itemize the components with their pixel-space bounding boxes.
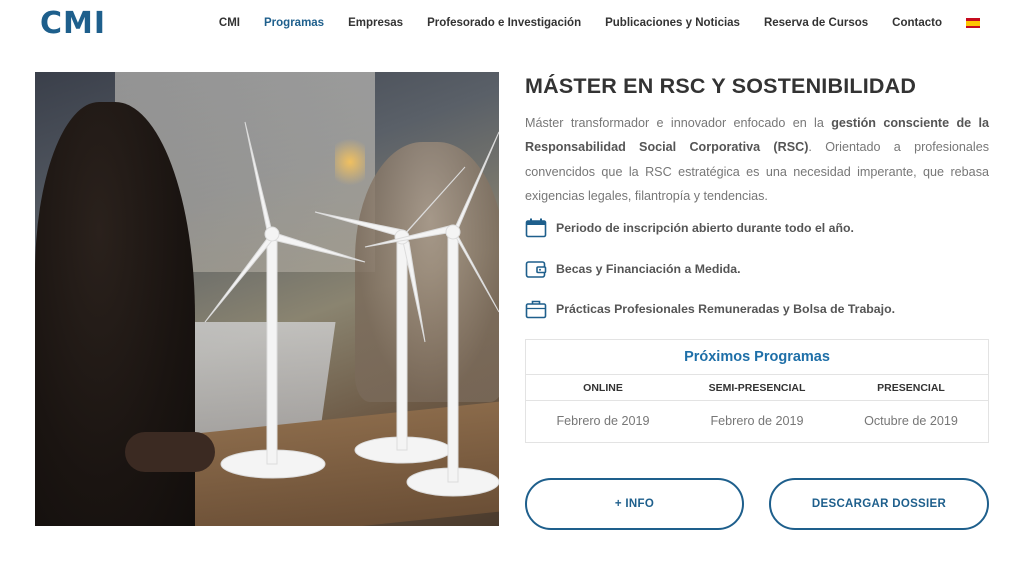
column-header: SEMI-PRESENCIAL (708, 382, 806, 394)
nav-item-empresas[interactable]: Empresas (348, 17, 403, 29)
upcoming-programs-table: Próximos Programas ONLINE SEMI-PRESENCIA… (525, 339, 989, 443)
program-description: Máster transformador e innovador enfocad… (525, 116, 989, 204)
feature-scholarships: Becas y Financiación a Medida. (525, 258, 741, 280)
programs-value-row: Febrero de 2019 Febrero de 2019 Octubre … (526, 401, 988, 442)
wallet-icon (525, 259, 547, 279)
feature-label: Prácticas Profesionales Remuneradas y Bo… (556, 302, 895, 316)
hero-photo (35, 72, 499, 526)
wind-turbines-illustration (204, 121, 499, 497)
briefcase-icon (525, 299, 547, 319)
calendar-icon (525, 218, 547, 238)
nav-item-contacto[interactable]: Contacto (892, 17, 942, 29)
nav-item-programas[interactable]: Programas (264, 17, 324, 29)
program-date: Octubre de 2019 (864, 414, 958, 428)
logo-text: CMI (40, 6, 107, 41)
program-date: Febrero de 2019 (710, 414, 804, 428)
nav-item-cmi[interactable]: CMI (219, 17, 240, 29)
programs-title: Próximos Programas (526, 340, 988, 375)
program-date: Febrero de 2019 (556, 414, 650, 428)
site-header: CMI CMI Programas Empresas Profesorado e… (0, 0, 1024, 50)
column-header: PRESENCIAL (877, 382, 945, 394)
nav-item-profesorado[interactable]: Profesorado e Investigación (427, 17, 581, 29)
feature-label: Becas y Financiación a Medida. (556, 262, 741, 276)
main-nav: CMI Programas Empresas Profesorado e Inv… (195, 17, 980, 29)
programs-header-row: ONLINE SEMI-PRESENCIAL PRESENCIAL (526, 375, 988, 401)
site-logo[interactable]: CMI (40, 6, 107, 41)
nav-item-publicaciones[interactable]: Publicaciones y Noticias (605, 17, 740, 29)
download-dossier-button[interactable]: DESCARGAR DOSSIER (769, 478, 989, 530)
feature-internships: Prácticas Profesionales Remuneradas y Bo… (525, 298, 895, 320)
more-info-button[interactable]: + INFO (525, 478, 744, 530)
page-title: MÁSTER EN RSC Y SOSTENIBILIDAD (525, 74, 917, 98)
feature-label: Periodo de inscripción abierto durante t… (556, 221, 854, 235)
feature-enrollment: Periodo de inscripción abierto durante t… (525, 217, 854, 239)
column-header: ONLINE (583, 382, 623, 394)
nav-item-reserva[interactable]: Reserva de Cursos (764, 17, 868, 29)
spain-flag-icon[interactable] (966, 18, 980, 28)
